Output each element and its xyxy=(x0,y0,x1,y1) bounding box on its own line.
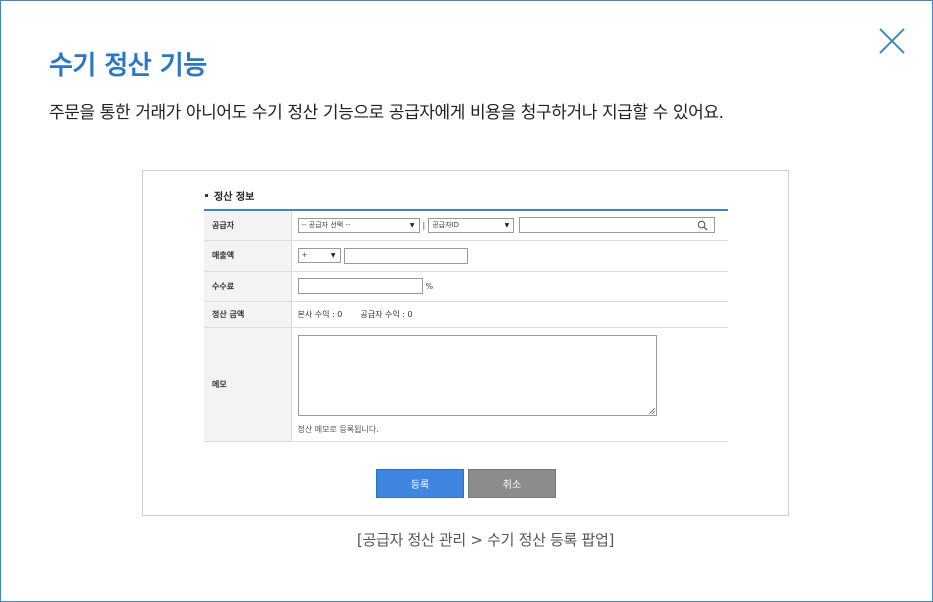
fee-input[interactable] xyxy=(297,278,423,294)
memo-cell: 정산 메모로 등록됩니다. xyxy=(291,327,728,442)
popup-screenshot: 정산 정보 공급자 -- 공급자 선택 -- | 공급자ID 매출액 + 수수료 % xyxy=(142,170,789,516)
sales-cell: + xyxy=(291,240,728,272)
fee-row: 수수료 % xyxy=(204,271,728,302)
supplier-profit: 공급자 수익 : 0 xyxy=(360,309,413,319)
settlement-form: 공급자 -- 공급자 선택 -- | 공급자ID 매출액 + 수수료 % 정산 금액 xyxy=(204,209,728,442)
cancel-button[interactable]: 취소 xyxy=(468,469,556,498)
caption-wrap: [공급자 정산 관리 > 수기 정산 등록 팝업] xyxy=(0,529,933,550)
memo-label: 메모 xyxy=(204,327,292,442)
supplier-select-value: -- 공급자 선택 -- xyxy=(301,220,351,229)
supplier-search-input[interactable] xyxy=(518,217,715,234)
sales-sign-value: + xyxy=(301,251,308,259)
sales-amount-input[interactable] xyxy=(344,247,469,264)
bullet-icon xyxy=(205,194,208,197)
supplier-id-select-value: 공급자ID xyxy=(432,220,459,229)
sales-sign-select[interactable]: + xyxy=(297,248,341,263)
page-title: 수기 정산 기능 xyxy=(49,51,207,81)
memo-hint: 정산 메모로 등록됩니다. xyxy=(297,424,379,434)
settlement-cell: 본사 수익 : 0 공급자 수익 : 0 xyxy=(291,301,728,328)
section-title-label: 정산 정보 xyxy=(214,192,255,203)
hq-profit: 본사 수익 : 0 xyxy=(297,309,343,319)
section-title: 정산 정보 xyxy=(205,188,254,203)
supplier-id-select[interactable]: 공급자ID xyxy=(428,217,515,233)
settlement-label: 정산 금액 xyxy=(204,301,292,328)
separator: | xyxy=(422,220,426,230)
sales-label: 매출액 xyxy=(204,240,292,272)
supplier-cell: -- 공급자 선택 -- | 공급자ID xyxy=(291,210,728,241)
screenshot-caption: [공급자 정산 관리 > 수기 정산 등록 팝업] xyxy=(356,531,615,549)
sales-row: 매출액 + xyxy=(204,240,728,272)
supplier-select[interactable]: -- 공급자 선택 -- xyxy=(297,217,420,233)
close-icon[interactable] xyxy=(878,27,906,55)
fee-label: 수수료 xyxy=(204,271,292,302)
memo-row: 메모 정산 메모로 등록됩니다. xyxy=(204,327,728,442)
settlement-row: 정산 금액 본사 수익 : 0 공급자 수익 : 0 xyxy=(204,301,728,328)
supplier-label: 공급자 xyxy=(204,210,292,241)
register-button[interactable]: 등록 xyxy=(376,469,464,498)
search-icon[interactable] xyxy=(697,220,708,231)
fee-unit: % xyxy=(425,281,434,291)
memo-textarea[interactable] xyxy=(297,334,657,416)
supplier-row: 공급자 -- 공급자 선택 -- | 공급자ID xyxy=(204,210,728,241)
page-description: 주문을 통한 거래가 아니어도 수기 정산 기능으로 공급자에게 비용을 청구하… xyxy=(49,103,724,123)
fee-cell: % xyxy=(291,271,728,302)
